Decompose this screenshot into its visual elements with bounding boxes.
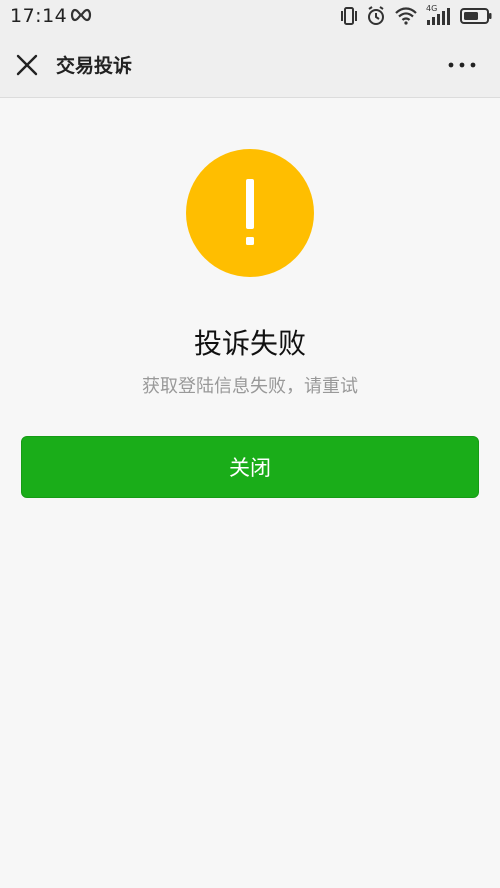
status-time: 17:14 bbox=[10, 5, 68, 27]
result-title: 投诉失败 bbox=[193, 327, 306, 360]
status-icons: 4G bbox=[332, 4, 492, 27]
result-description: 获取登陆信息失败，请重试 bbox=[142, 376, 358, 397]
page-title: 交易投诉 bbox=[56, 55, 133, 77]
close-icon[interactable] bbox=[12, 50, 42, 80]
alarm-icon bbox=[368, 6, 384, 25]
status-bar: 17:14 4G bbox=[0, 0, 500, 32]
battery-icon bbox=[460, 8, 492, 24]
warning-icon bbox=[186, 149, 314, 277]
nav-bar: 交易投诉 bbox=[0, 32, 500, 98]
wifi-icon bbox=[395, 7, 417, 25]
infinity-icon bbox=[70, 8, 92, 22]
more-icon[interactable] bbox=[444, 50, 480, 80]
close-button[interactable]: 关闭 bbox=[21, 436, 479, 498]
vibrate-icon bbox=[341, 7, 357, 25]
cellular-4g-icon: 4G bbox=[426, 4, 452, 26]
close-button-label: 关闭 bbox=[229, 456, 271, 480]
